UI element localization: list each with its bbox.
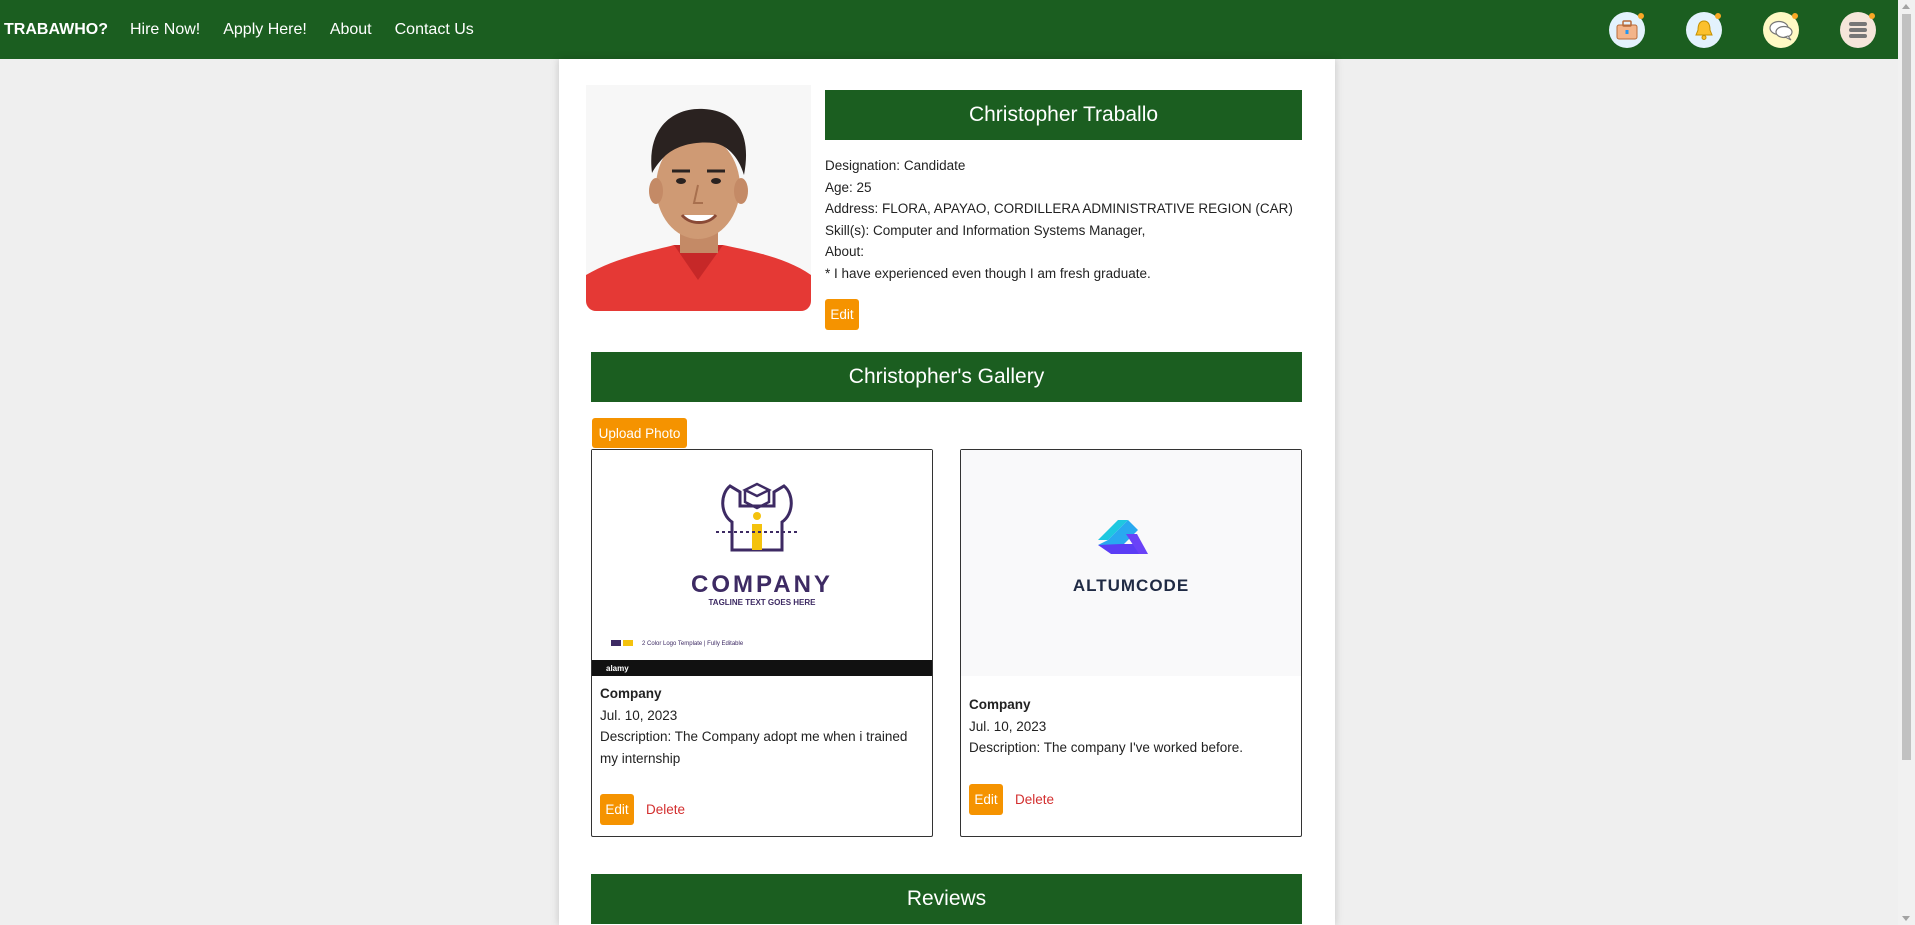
about-label: About:: [825, 244, 865, 260]
logo-template-note: 2 Color Logo Template | Fully Editable: [642, 641, 744, 647]
nav-link-hire-now[interactable]: Hire Now!: [130, 21, 200, 39]
designation-value: Candidate: [903, 158, 966, 173]
gallery-item-date: Jul. 10, 2023: [969, 718, 1047, 734]
edit-profile-button[interactable]: Edit: [825, 299, 859, 330]
gallery-item-title: Company: [600, 686, 662, 701]
profile-name-header: Christopher Traballo: [825, 90, 1302, 140]
gallery-item-actions: Edit Delete: [969, 784, 1054, 815]
about-value: * I have experienced even though I am fr…: [825, 265, 1151, 281]
gallery-item-title: Company: [969, 697, 1031, 712]
logo-company-text: COMPANY: [691, 571, 833, 598]
gallery-item: ALTUMCODE Company Jul. 10, 2023 Descript…: [960, 449, 1302, 837]
profile-info: Designation: Candidate Age: 25 Address: …: [825, 155, 1315, 285]
profile-card: Christopher Traballo Designation: Candid…: [559, 59, 1335, 925]
gallery-header: Christopher's Gallery: [591, 352, 1302, 402]
nav-icon-group: [1568, 0, 1898, 59]
address-value: FLORA, APAYAO, CORDILLERA ADMINISTRATIVE…: [882, 201, 1293, 217]
page-scrollbar[interactable]: [1898, 0, 1915, 925]
scroll-up-arrow-icon[interactable]: [1902, 4, 1910, 9]
gallery-item-details: Company Jul. 10, 2023 Description: The c…: [969, 694, 1294, 759]
gallery-image-company-logo: COMPANY TAGLINE TEXT GOES HERE 2 Color L…: [592, 450, 932, 676]
reviews-header: Reviews: [591, 874, 1302, 924]
gallery-item-details: Company Jul. 10, 2023 Description: The C…: [600, 683, 925, 769]
top-navbar: TRABAWHO? Hire Now! Apply Here! About Co…: [0, 0, 1898, 59]
skills-row: Skill(s): Computer and Information Syste…: [825, 222, 1146, 238]
scroll-down-arrow-icon[interactable]: [1902, 916, 1910, 921]
gallery-item-actions: Edit Delete: [600, 794, 685, 825]
gallery-image-altumcode-logo: ALTUMCODE: [961, 450, 1301, 676]
chat-icon[interactable]: [1763, 11, 1799, 48]
brand-logo-text[interactable]: TRABAWHO?: [0, 21, 108, 39]
nav-link-apply-here[interactable]: Apply Here!: [223, 21, 307, 39]
upload-photo-button[interactable]: Upload Photo: [592, 418, 687, 448]
age-value: 25: [856, 179, 872, 195]
gallery-item-description: Description: The company I've worked bef…: [969, 740, 1243, 756]
gallery-delete-link[interactable]: Delete: [1015, 792, 1054, 807]
gallery-edit-button[interactable]: Edit: [969, 784, 1003, 815]
nav-link-about[interactable]: About: [330, 21, 372, 39]
logo-tagline-text: TAGLINE TEXT GOES HERE: [709, 598, 817, 607]
age-row: Age: 25: [825, 179, 872, 195]
skills-value: Computer and Information Systems Manager…: [873, 222, 1146, 238]
scroll-thumb[interactable]: [1902, 14, 1911, 760]
menu-icon[interactable]: [1840, 11, 1876, 48]
address-row: Address: FLORA, APAYAO, CORDILLERA ADMIN…: [825, 201, 1293, 217]
briefcase-icon[interactable]: [1609, 11, 1645, 48]
alamy-watermark: alamy: [606, 664, 629, 673]
designation-row: Designation: Candidate: [825, 158, 966, 173]
bell-icon[interactable]: [1686, 11, 1722, 48]
logo-altumcode-text: ALTUMCODE: [1073, 576, 1189, 595]
gallery-edit-button[interactable]: Edit: [600, 794, 634, 825]
profile-photo: [586, 85, 811, 311]
nav-link-contact-us[interactable]: Contact Us: [395, 21, 474, 39]
gallery-item-date: Jul. 10, 2023: [600, 707, 678, 723]
gallery-item-description: Description: The Company adopt me when i…: [600, 729, 908, 766]
gallery-delete-link[interactable]: Delete: [646, 802, 685, 817]
gallery-item: COMPANY TAGLINE TEXT GOES HERE 2 Color L…: [591, 449, 933, 837]
